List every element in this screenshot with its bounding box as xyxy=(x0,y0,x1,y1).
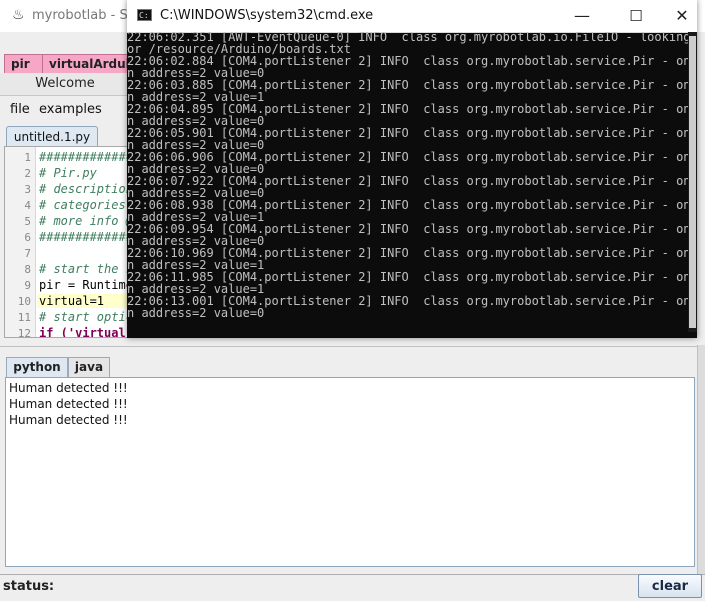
editor-file-tab[interactable]: untitled.1.py xyxy=(6,126,98,147)
status-bar xyxy=(0,574,705,601)
cmd-window: C: C:\WINDOWS\system32\cmd.exe — ☐ ✕ 22:… xyxy=(127,0,697,338)
code-line: # categories: xyxy=(39,198,133,212)
line-number: 2 xyxy=(24,167,31,180)
welcome-header: Welcome xyxy=(0,73,130,96)
line-number: 7 xyxy=(24,247,31,260)
code-line: pir = Runtime xyxy=(39,278,133,292)
line-number: 10 xyxy=(17,295,31,308)
tab-python[interactable]: python xyxy=(6,357,68,377)
menu-file[interactable]: file xyxy=(10,98,30,122)
cmd-window-title: C:\WINDOWS\system32\cmd.exe xyxy=(160,8,374,23)
clear-button[interactable]: clear xyxy=(638,574,702,598)
status-label: status: xyxy=(3,579,55,594)
code-line: # Pir.py xyxy=(39,166,97,180)
output-line: Human detected !!! xyxy=(9,413,128,427)
console-scrollbar[interactable] xyxy=(688,32,697,332)
code-line: ############## xyxy=(39,150,134,164)
python-output-area[interactable]: Human detected !!! Human detected !!! Hu… xyxy=(5,377,695,567)
scrollbar-thumb[interactable] xyxy=(689,36,696,328)
line-number: 1 xyxy=(24,151,31,164)
tab-virtual-arduino[interactable]: virtualArduino xyxy=(42,54,138,73)
output-line: Human detected !!! xyxy=(9,381,128,395)
console-output[interactable]: 22:06:02.351 [AWT-EventQueue-0] INFO cla… xyxy=(127,32,689,332)
code-editor[interactable]: 1 ############## 2 # Pir.py 3 # descript… xyxy=(4,146,134,338)
line-number: 9 xyxy=(24,279,31,292)
code-line: # start optic xyxy=(39,310,133,324)
output-line: Human detected !!! xyxy=(9,397,128,411)
code-line: # more info @ xyxy=(39,214,133,228)
code-line: # start the s xyxy=(39,262,133,276)
console-line: n address=2 value=0 xyxy=(127,306,265,320)
minimize-button[interactable]: — xyxy=(559,0,605,32)
menu-examples[interactable]: examples xyxy=(39,98,102,122)
menu-bar: file examples xyxy=(0,98,130,122)
code-line-highlighted: virtual=1 xyxy=(37,294,133,308)
maximize-button[interactable]: ☐ xyxy=(613,0,659,32)
line-number: 4 xyxy=(24,199,31,212)
tab-pir[interactable]: pir xyxy=(4,54,44,73)
tab-java[interactable]: java xyxy=(68,357,110,377)
line-number: 5 xyxy=(24,215,31,228)
line-number: 11 xyxy=(17,311,31,324)
code-line: if ('virtual' in globals() and virtual): xyxy=(39,326,133,338)
vertical-splitter[interactable] xyxy=(697,345,705,575)
line-number: 12 xyxy=(17,327,31,338)
code-line: # description: xyxy=(39,182,134,196)
close-button[interactable]: ✕ xyxy=(659,0,705,32)
line-number: 3 xyxy=(24,183,31,196)
cmd-titlebar[interactable]: C: C:\WINDOWS\system32\cmd.exe — ☐ ✕ xyxy=(127,0,697,33)
line-number: 8 xyxy=(24,263,31,276)
code-line: ############## xyxy=(39,230,134,244)
java-app-icon: ♨ xyxy=(12,7,25,23)
console-icon: C: xyxy=(137,9,152,21)
line-number: 6 xyxy=(24,231,31,244)
